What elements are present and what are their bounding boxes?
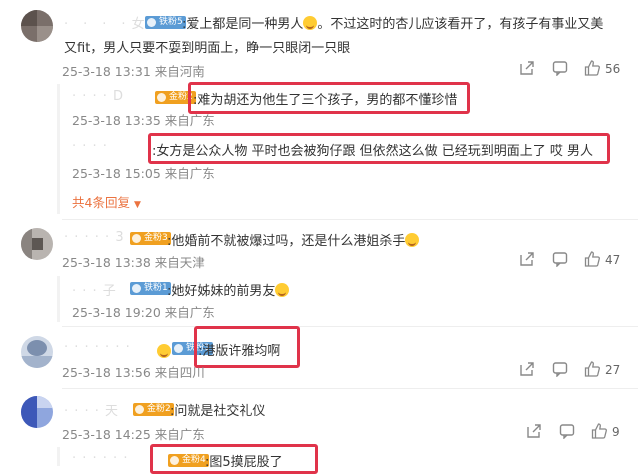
reply-divider bbox=[57, 84, 60, 214]
avatar[interactable] bbox=[21, 228, 53, 260]
fan-badge-icon bbox=[135, 405, 144, 414]
comment-meta: 25-3-18 13:38 来自天津 bbox=[62, 255, 205, 270]
reply-meta: 25-3-18 15:05 来自广东 bbox=[72, 166, 215, 181]
comment-text: :港版许雅均啊 bbox=[198, 344, 281, 359]
reply-text: :她好姊妹的前男友 bbox=[167, 280, 290, 299]
share-icon[interactable] bbox=[526, 423, 542, 439]
reply-text: :难为胡还为他生了三个孩子，男的都不懂珍惜 bbox=[193, 93, 458, 108]
comment-text: :问就是社交礼仪 bbox=[170, 404, 266, 419]
avatar[interactable] bbox=[21, 396, 53, 428]
avatar[interactable] bbox=[21, 10, 53, 42]
share-icon[interactable] bbox=[519, 60, 535, 76]
username[interactable]: · · · · 女 bbox=[64, 13, 146, 32]
fan-badge-icon bbox=[147, 18, 156, 27]
comment-text-line2: 又fit，男人只要不耍到明面上，睁一只眼闭一只眼 bbox=[64, 41, 351, 56]
like-count: 47 bbox=[605, 253, 621, 267]
reply-username[interactable]: · · · · D bbox=[72, 89, 124, 104]
reply-username[interactable]: · · · · · · bbox=[72, 451, 128, 466]
username[interactable]: · · · · · 3 bbox=[64, 230, 125, 245]
like-icon[interactable] bbox=[584, 60, 600, 76]
like-count: 27 bbox=[605, 363, 621, 377]
fan-badge: 铁粉1 bbox=[130, 282, 171, 295]
like-count: 56 bbox=[605, 62, 621, 76]
grin-emoji-icon bbox=[275, 283, 290, 297]
fan-badge-icon bbox=[170, 456, 179, 465]
fan-badge: 金粉4 bbox=[168, 454, 209, 467]
reply-divider bbox=[57, 447, 60, 466]
comment-text: :爱上都是同一种男人 。不过这时的杏儿应该看开了，有孩子有事业又美 bbox=[182, 16, 604, 32]
divider bbox=[62, 326, 638, 327]
fan-badge-icon bbox=[132, 234, 141, 243]
fan-badge: 铁粉5 bbox=[145, 16, 186, 29]
reply-meta: 25-3-18 19:20 来自广东 bbox=[72, 305, 215, 320]
fan-badge-icon bbox=[132, 284, 141, 293]
like-count: 9 bbox=[612, 425, 620, 439]
reply-divider bbox=[57, 276, 60, 322]
comment-meta: 25-3-18 14:25 来自广东 bbox=[62, 427, 205, 442]
comment-icon[interactable] bbox=[552, 251, 568, 267]
divider bbox=[62, 219, 638, 220]
comment-icon[interactable] bbox=[559, 423, 575, 439]
like-icon[interactable] bbox=[584, 251, 600, 267]
emoji-icon bbox=[157, 344, 171, 358]
avatar[interactable] bbox=[21, 336, 53, 368]
fan-badge-icon bbox=[157, 93, 166, 102]
like-icon[interactable] bbox=[584, 361, 600, 377]
grin-emoji-icon bbox=[405, 233, 420, 247]
fan-badge: 金粉3 bbox=[130, 232, 171, 245]
comment-meta: 25-3-18 13:31 来自河南 bbox=[62, 64, 205, 79]
fan-badge: 金粉2 bbox=[133, 403, 174, 416]
more-replies-link[interactable]: 共4条回复 ▼ bbox=[72, 192, 141, 211]
share-icon[interactable] bbox=[519, 361, 535, 377]
reply-username[interactable]: · · · 子 bbox=[72, 280, 117, 299]
comment-icon[interactable] bbox=[552, 60, 568, 76]
divider bbox=[62, 388, 638, 389]
chevron-down-icon: ▼ bbox=[133, 200, 141, 210]
comment-meta: 25-3-18 13:56 来自四川 bbox=[62, 365, 205, 380]
reply-text: :女方是公众人物 平时也会被狗仔跟 但依然这么做 已经玩到明面上了 哎 男人 bbox=[152, 144, 594, 159]
like-icon[interactable] bbox=[591, 423, 607, 439]
reply-username[interactable]: · · · · bbox=[72, 139, 108, 154]
comment-icon[interactable] bbox=[552, 361, 568, 377]
cry-emoji-icon bbox=[303, 16, 318, 30]
share-icon[interactable] bbox=[519, 251, 535, 267]
username[interactable]: · · · · 天 bbox=[64, 400, 119, 419]
fan-badge-icon bbox=[174, 344, 183, 353]
reply-meta: 25-3-18 13:35 来自广东 bbox=[72, 113, 215, 128]
comment-text: :他婚前不就被爆过吗，还是什么港姐杀手 bbox=[167, 230, 420, 249]
reply-text: :图5摸屁股了 bbox=[205, 455, 283, 470]
username[interactable]: · · · · · · · bbox=[64, 340, 131, 355]
